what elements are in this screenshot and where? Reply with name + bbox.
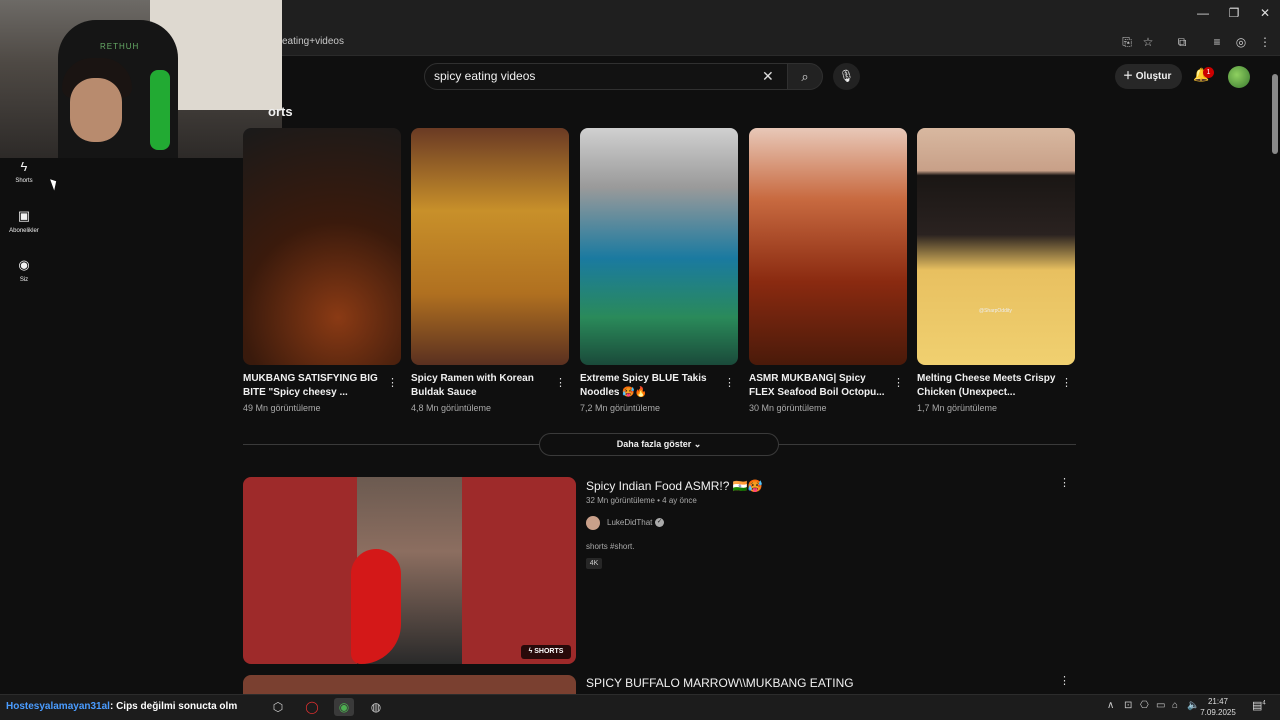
subscriptions-icon: ▣ xyxy=(17,208,31,223)
video-thumbnail[interactable] xyxy=(243,675,576,695)
obs-icon[interactable]: ◍ xyxy=(366,698,386,716)
show-more-label: Daha fazla göster xyxy=(616,439,692,449)
more-options-icon[interactable]: ⋮ xyxy=(724,376,735,389)
network-icon[interactable]: ⌂ xyxy=(1172,700,1178,711)
chrome-icon[interactable]: ◉ xyxy=(334,698,354,716)
tray-expand-icon[interactable]: ∧ xyxy=(1107,700,1114,711)
chevron-down-icon: ⌄ xyxy=(693,439,702,449)
more-options-icon[interactable]: ⋮ xyxy=(387,376,398,389)
search-input[interactable] xyxy=(434,69,754,83)
channel-avatar[interactable] xyxy=(586,516,600,530)
more-options-icon[interactable]: ⋮ xyxy=(555,376,566,389)
short-views: 4,8 Mn görüntüleme xyxy=(411,403,492,413)
media-controls-icon[interactable]: ≡ xyxy=(1210,35,1224,49)
clock-date: 7.09.2025 xyxy=(1200,708,1236,717)
extensions-icon[interactable]: ⧉ xyxy=(1175,35,1189,50)
search-button[interactable]: ⌕ xyxy=(787,63,823,90)
short-card[interactable]: @SharpOddity Melting Cheese Meets Crispy… xyxy=(917,128,1075,413)
sidebar-item-label: Abonelikler xyxy=(9,228,39,234)
quality-badge: 4K xyxy=(586,558,602,569)
short-thumbnail[interactable] xyxy=(749,128,907,365)
channel-name[interactable]: LukeDidThat xyxy=(607,518,652,527)
short-card[interactable]: Extreme Spicy BLUE Takis Noodles 🥵🔥 7,2 … xyxy=(580,128,738,413)
plus-icon: ＋ xyxy=(1123,71,1136,82)
voice-search-button[interactable]: 🎙 xyxy=(833,63,860,90)
more-options-icon[interactable]: ⋮ xyxy=(1061,376,1072,389)
sidebar-item-label: Shorts xyxy=(15,178,33,184)
shorts-icon: ϟ xyxy=(20,159,28,174)
short-title[interactable]: Spicy Ramen with Korean Buldak Sauce xyxy=(411,372,553,400)
search-icon: ⌕ xyxy=(801,69,809,84)
thumbnail-watermark: @SharpOddity xyxy=(979,308,1012,314)
create-button[interactable]: ＋ Oluştur xyxy=(1115,64,1182,89)
clear-search-icon[interactable]: ✕ xyxy=(762,68,774,85)
video-title[interactable]: SPICY BUFFALO MARROW\\MUKBANG EATING xyxy=(586,676,854,690)
shorts-badge-label: SHORTS xyxy=(534,648,564,655)
tray-app-icon[interactable]: ⊡ xyxy=(1124,700,1132,711)
profile-icon[interactable]: ◎ xyxy=(1234,35,1248,49)
short-card[interactable]: ASMR MUKBANG| Spicy FLEX Seafood Boil Oc… xyxy=(749,128,907,413)
show-more-button[interactable]: Daha fazla göster ⌄ xyxy=(539,433,779,456)
close-icon[interactable]: ✕ xyxy=(1258,6,1272,20)
chat-text: : Cips değilmi sonucta olm xyxy=(109,701,238,712)
short-views: 30 Mn görüntüleme xyxy=(749,403,827,413)
sidebar-item-label: Siz xyxy=(19,277,29,283)
scrollbar-track[interactable] xyxy=(1270,60,1280,694)
sidebar-item-subscriptions[interactable]: ▣ Abonelikler xyxy=(0,208,48,234)
short-thumbnail[interactable] xyxy=(411,128,569,365)
shorts-badge: ϟ SHORTS xyxy=(521,645,571,659)
url-text[interactable]: eating+videos xyxy=(282,36,344,47)
tray-display-icon[interactable]: ▭ xyxy=(1156,700,1165,711)
mic-icon: 🎙 xyxy=(838,69,855,83)
more-options-icon[interactable]: ⋮ xyxy=(1059,674,1070,687)
more-options-icon[interactable]: ⋮ xyxy=(893,376,904,389)
volume-icon[interactable]: 🔈 xyxy=(1187,700,1199,711)
install-app-icon[interactable]: ⎘ xyxy=(1120,35,1134,50)
clock-time: 21:47 xyxy=(1207,697,1229,706)
notification-center-icon[interactable]: ▤4 xyxy=(1252,699,1266,712)
video-title[interactable]: Spicy Indian Food ASMR!? 🇮🇳🥵 xyxy=(586,479,763,493)
short-thumbnail[interactable] xyxy=(580,128,738,365)
chat-username: Hostesyalamayan31al xyxy=(6,701,110,712)
more-options-icon[interactable]: ⋮ xyxy=(1059,476,1070,489)
account-avatar[interactable] xyxy=(1228,66,1250,88)
video-meta: 32 Mn görüntüleme • 4 ay önce xyxy=(586,496,697,505)
short-thumbnail[interactable]: @SharpOddity xyxy=(917,128,1075,365)
short-views: 1,7 Mn görüntüleme xyxy=(917,403,998,413)
verified-icon: ✓ xyxy=(655,518,664,527)
shorts-section-title: orts xyxy=(268,104,293,119)
tray-mic-icon[interactable]: ⎔ xyxy=(1140,700,1149,711)
taskbar-clock[interactable]: 21:47 7.09.2025 xyxy=(1200,696,1236,718)
you-icon: ◉ xyxy=(18,257,30,272)
video-thumbnail[interactable] xyxy=(243,477,576,664)
scrollbar-thumb[interactable] xyxy=(1272,74,1278,154)
minimize-icon[interactable]: — xyxy=(1196,6,1210,20)
opera-icon[interactable]: ◯ xyxy=(302,698,322,716)
browser-menu-icon[interactable]: ⋮ xyxy=(1258,35,1272,49)
mouse-cursor xyxy=(50,177,59,191)
short-title[interactable]: ASMR MUKBANG| Spicy FLEX Seafood Boil Oc… xyxy=(749,372,891,400)
sidebar-item-shorts[interactable]: ϟ Shorts xyxy=(0,159,48,184)
shirt-text: RETHUH xyxy=(100,42,140,51)
webcam-overlay: RETHUH xyxy=(0,0,282,158)
short-title[interactable]: Melting Cheese Meets Crispy Chicken (Une… xyxy=(917,372,1059,400)
app-icon[interactable]: ⬡ xyxy=(268,698,288,716)
notification-badge: 1 xyxy=(1203,67,1214,78)
restore-icon[interactable]: ❐ xyxy=(1227,6,1241,20)
sidebar-item-you[interactable]: ◉ Siz xyxy=(0,257,48,283)
notification-count: 4 xyxy=(1262,700,1266,707)
short-card[interactable]: Spicy Ramen with Korean Buldak Sauce 4,8… xyxy=(411,128,569,413)
short-title[interactable]: Extreme Spicy BLUE Takis Noodles 🥵🔥 xyxy=(580,372,722,400)
stream-chat-message: Hostesyalamayan31al: Cips değilmi sonuct… xyxy=(6,701,237,712)
short-card[interactable]: MUKBANG SATISFYING BIG BITE "Spicy chees… xyxy=(243,128,401,413)
short-title[interactable]: MUKBANG SATISFYING BIG BITE "Spicy chees… xyxy=(243,372,385,400)
video-description: shorts #short. xyxy=(586,542,635,551)
bookmark-star-icon[interactable]: ☆ xyxy=(1141,35,1155,49)
create-button-label: Oluştur xyxy=(1135,71,1172,82)
short-views: 7,2 Mn görüntüleme xyxy=(580,403,661,413)
short-views: 49 Mn görüntüleme xyxy=(243,403,321,413)
short-thumbnail[interactable] xyxy=(243,128,401,365)
